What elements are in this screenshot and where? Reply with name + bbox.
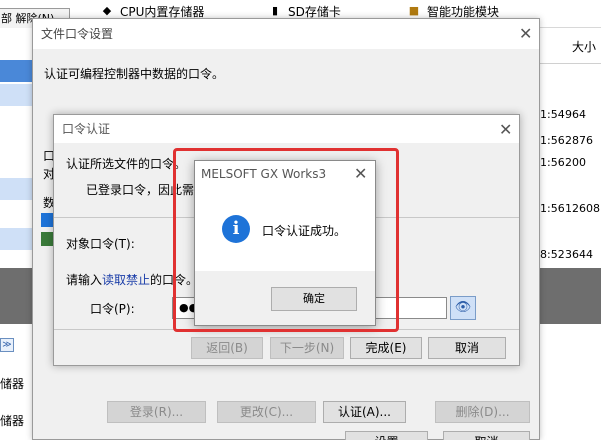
dialog-title-bar: 口令认证 [54, 115, 519, 143]
dialog-title-bar: MELSOFT GX Works3 [195, 161, 375, 187]
prompt-suffix: 的口令。 [150, 273, 199, 287]
close-icon[interactable]: ✕ [519, 26, 532, 42]
message-footer: 确定 [195, 271, 375, 325]
delete-button[interactable]: 删除(D)... [435, 401, 530, 423]
dialog-title: MELSOFT GX Works3 [201, 167, 327, 181]
expand-icon[interactable]: ≫ [0, 338, 14, 352]
media-item-label: CPU内置存储器 [120, 4, 205, 19]
size-cell: 3644 [565, 248, 593, 261]
cpu-memory-icon: ◆ [102, 4, 112, 17]
registered-text: 已登录口令，因此需 [86, 183, 195, 197]
ok-button[interactable]: 确定 [271, 287, 357, 311]
time-cell: 1:54 [540, 108, 565, 121]
table-row[interactable]: 8:523644 [540, 244, 601, 266]
success-message-box: MELSOFT GX Works3 ✕ i 口令认证成功。 确定 [194, 160, 376, 326]
finish-button[interactable]: 完成(E) [350, 337, 422, 359]
list-row [0, 84, 32, 106]
list-area-dark [540, 268, 601, 324]
show-password-icon[interactable]: 👁 [450, 296, 476, 320]
table-row[interactable]: 1:5612608 [540, 198, 601, 220]
table-row[interactable]: 1:56200 [540, 152, 601, 174]
size-cell: 12608 [565, 202, 600, 215]
read-protect-link[interactable]: 读取禁止 [102, 273, 150, 287]
cancel-button[interactable]: 取消 [443, 431, 530, 440]
success-message: 口令认证成功。 [262, 224, 347, 238]
size-cell: 200 [565, 156, 586, 169]
authenticate-button[interactable]: 认证(A)... [323, 401, 406, 423]
settings-button[interactable]: 设置 [345, 431, 428, 440]
background-file-list-right: 大小 1:54964 1:562876 1:56200 1:5612608 8:… [540, 28, 601, 440]
separator [54, 329, 519, 330]
media-item-label: SD存储卡 [288, 4, 341, 19]
column-header-row [540, 28, 601, 64]
dialog-title: 口令认证 [62, 122, 111, 136]
info-icon: i [222, 215, 250, 243]
close-icon[interactable]: ✕ [354, 166, 367, 182]
size-cell: 2876 [565, 134, 593, 147]
time-cell: 1:56 [540, 134, 565, 147]
table-row[interactable]: 1:54964 [540, 104, 601, 126]
close-icon[interactable]: ✕ [499, 122, 512, 138]
media-item-label: 智能功能模块 [427, 4, 500, 19]
auth-instruction: 认证所选文件的口令。 [66, 157, 187, 171]
storage-label: 储器 [0, 414, 25, 428]
cancel-button[interactable]: 取消 [428, 337, 506, 359]
list-area-dark [0, 268, 32, 324]
list-row [0, 178, 32, 200]
password-prompt: 请输入读取禁止的口令。 [66, 271, 198, 288]
change-button[interactable]: 更改(C)... [217, 401, 316, 423]
intelligent-module-icon: ■ [408, 4, 420, 17]
size-cell: 964 [565, 108, 586, 121]
selected-row [0, 60, 32, 82]
dialog-title: 文件口令设置 [41, 27, 114, 41]
prompt-prefix: 请输入 [66, 273, 103, 287]
target-password-label: 对象口令(T): [66, 237, 135, 251]
dialog-title-bar: 文件口令设置 [33, 19, 539, 49]
next-button[interactable]: 下一步(N) [270, 337, 344, 359]
back-button[interactable]: 返回(B) [191, 337, 263, 359]
background-file-list-left: ≫ 储器 储器 [0, 28, 32, 440]
table-row[interactable]: 1:562876 [540, 130, 601, 152]
dialog-description: 认证可编程控制器中数据的口令。 [44, 67, 225, 81]
login-button[interactable]: 登录(R)... [107, 401, 206, 423]
sd-card-icon: ▮ [271, 4, 279, 17]
time-cell: 1:56 [540, 202, 565, 215]
list-row [0, 228, 32, 250]
storage-label: 储器 [0, 377, 25, 391]
time-cell: 1:56 [540, 156, 565, 169]
password-label: 口令(P): [90, 302, 135, 316]
time-cell: 8:52 [540, 248, 565, 261]
